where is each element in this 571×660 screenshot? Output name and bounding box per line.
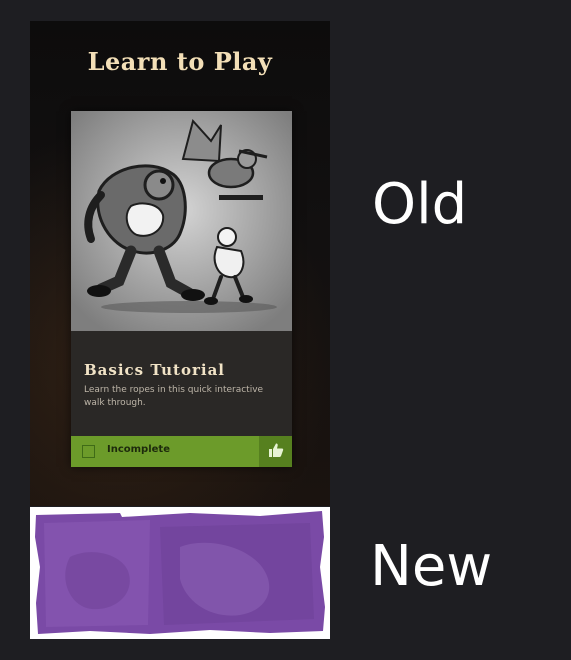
new-panel [30, 507, 330, 639]
status-label: Incomplete [107, 444, 170, 455]
panel-title: Learn to Play [87, 47, 273, 76]
card-description: Learn the ropes in this quick interactiv… [84, 385, 264, 408]
tutorial-card[interactable]: Basics Tutorial Learn the ropes in this … [71, 111, 292, 467]
old-label: Old [372, 172, 468, 237]
thumbs-up-icon [268, 442, 284, 462]
tutorial-illustration [71, 111, 292, 331]
old-panel: Learn to Play Basics Tutorial Learn the … [30, 21, 330, 506]
purple-card-image [35, 511, 325, 634]
card-title: Basics Tutorial [84, 361, 225, 379]
status-bar[interactable]: Incomplete [71, 436, 292, 467]
thumbs-up-button[interactable] [259, 436, 292, 467]
checkbox-icon[interactable] [82, 445, 95, 458]
new-label: New [370, 534, 493, 599]
